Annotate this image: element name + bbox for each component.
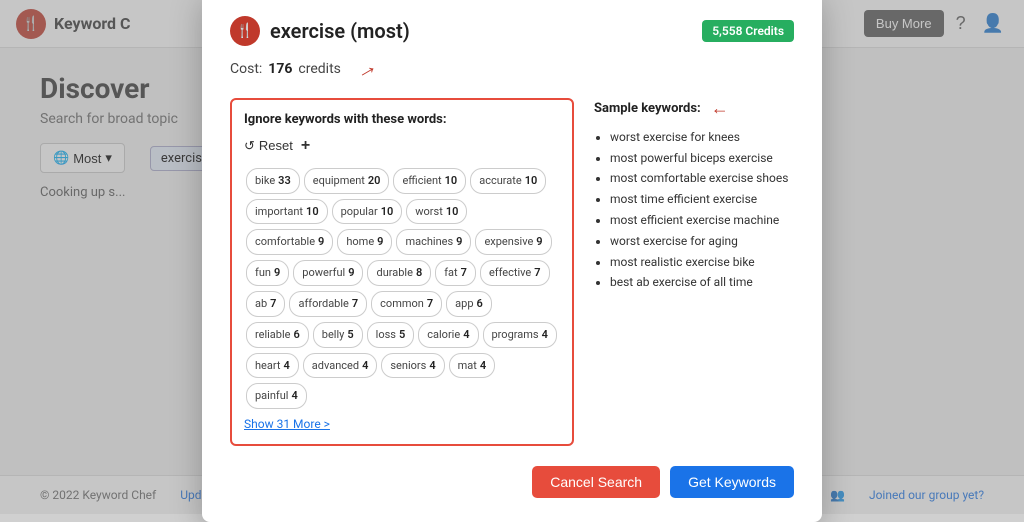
- keyword-tag[interactable]: popular 10: [332, 199, 403, 225]
- sample-keyword-item: most realistic exercise bike: [610, 254, 794, 271]
- keyword-tag[interactable]: calorie 4: [418, 322, 478, 348]
- sample-keyword-item: most time efficient exercise: [610, 191, 794, 208]
- sample-keyword-item: most efficient exercise machine: [610, 212, 794, 229]
- keyword-tag[interactable]: comfortable 9: [246, 229, 333, 255]
- cost-value: 176: [268, 61, 292, 77]
- cost-suffix: credits: [298, 61, 340, 77]
- modal-footer: Cancel Search Get Keywords: [230, 466, 794, 498]
- keywords-controls: ↺ Reset +: [244, 137, 560, 155]
- keyword-tag[interactable]: worst 10: [406, 199, 467, 225]
- cost-arrow-indicator: →: [350, 52, 382, 86]
- reset-icon: ↺: [244, 138, 255, 154]
- keyword-tag[interactable]: machines 9: [396, 229, 471, 255]
- sample-panel-title: Sample keywords: ←: [594, 98, 794, 119]
- keywords-tags-area: bike 33equipment 20efficient 10accurate …: [244, 165, 560, 411]
- sample-keyword-item: most comfortable exercise shoes: [610, 170, 794, 187]
- modal-header: 🍴 exercise (most) 5,558 Credits: [230, 16, 794, 46]
- modal-title-row: 🍴 exercise (most): [230, 16, 410, 46]
- keyword-tag[interactable]: important 10: [246, 199, 328, 225]
- keyword-tag[interactable]: home 9: [337, 229, 392, 255]
- keyword-tag[interactable]: mat 4: [449, 353, 496, 379]
- keyword-tag[interactable]: accurate 10: [470, 168, 546, 194]
- sample-keyword-item: worst exercise for knees: [610, 129, 794, 146]
- keywords-panel: Ignore keywords with these words: ↺ Rese…: [230, 98, 574, 446]
- reset-button[interactable]: ↺ Reset: [244, 138, 293, 154]
- modal-cost-row: Cost: 176 credits →: [230, 56, 794, 82]
- add-keyword-button[interactable]: +: [301, 137, 310, 155]
- sample-keywords-list: worst exercise for knees most powerful bi…: [594, 129, 794, 291]
- keyword-tag[interactable]: belly 5: [313, 322, 363, 348]
- sample-keyword-item: most powerful biceps exercise: [610, 150, 794, 167]
- keyword-tag[interactable]: programs 4: [483, 322, 557, 348]
- keyword-tag[interactable]: equipment 20: [304, 168, 390, 194]
- cost-label: Cost:: [230, 61, 262, 77]
- keyword-tag[interactable]: reliable 6: [246, 322, 309, 348]
- keyword-tag[interactable]: effective 7: [480, 260, 550, 286]
- reset-label: Reset: [259, 138, 293, 153]
- sample-keyword-item: worst exercise for aging: [610, 233, 794, 250]
- modal-logo-icon: 🍴: [230, 16, 260, 46]
- keyword-tag[interactable]: app 6: [446, 291, 492, 317]
- keyword-tag[interactable]: bike 33: [246, 168, 300, 194]
- sample-keywords-panel: Sample keywords: ← worst exercise for kn…: [594, 98, 794, 446]
- keyword-tag[interactable]: fat 7: [435, 260, 476, 286]
- get-keywords-button[interactable]: Get Keywords: [670, 466, 794, 498]
- modal-body: Ignore keywords with these words: ↺ Rese…: [230, 98, 794, 446]
- keyword-tag[interactable]: efficient 10: [393, 168, 466, 194]
- sample-keyword-item: best ab exercise of all time: [610, 274, 794, 291]
- keyword-tag[interactable]: expensive 9: [475, 229, 551, 255]
- keyword-tag[interactable]: advanced 4: [303, 353, 378, 379]
- keyword-tag[interactable]: heart 4: [246, 353, 299, 379]
- keyword-tag[interactable]: durable 8: [367, 260, 431, 286]
- show-more-link[interactable]: Show 31 More >: [244, 417, 330, 431]
- keyword-tag[interactable]: ab 7: [246, 291, 285, 317]
- cancel-search-button[interactable]: Cancel Search: [532, 466, 660, 498]
- modal-dialog: 🍴 exercise (most) 5,558 Credits Cost: 17…: [202, 0, 822, 522]
- keyword-tag[interactable]: loss 5: [367, 322, 415, 348]
- keywords-panel-title: Ignore keywords with these words:: [244, 112, 560, 127]
- keyword-tag[interactable]: common 7: [371, 291, 442, 317]
- keyword-tag[interactable]: painful 4: [246, 383, 307, 409]
- credits-badge: 5,558 Credits: [702, 20, 794, 42]
- keyword-tag[interactable]: affordable 7: [289, 291, 367, 317]
- keyword-tag[interactable]: powerful 9: [293, 260, 363, 286]
- modal-title: exercise (most): [270, 19, 410, 43]
- keyword-tag[interactable]: seniors 4: [381, 353, 444, 379]
- modal-overlay: 🍴 exercise (most) 5,558 Credits Cost: 17…: [0, 0, 1024, 514]
- sample-arrow-indicator: ←: [711, 98, 729, 119]
- keyword-tag[interactable]: fun 9: [246, 260, 289, 286]
